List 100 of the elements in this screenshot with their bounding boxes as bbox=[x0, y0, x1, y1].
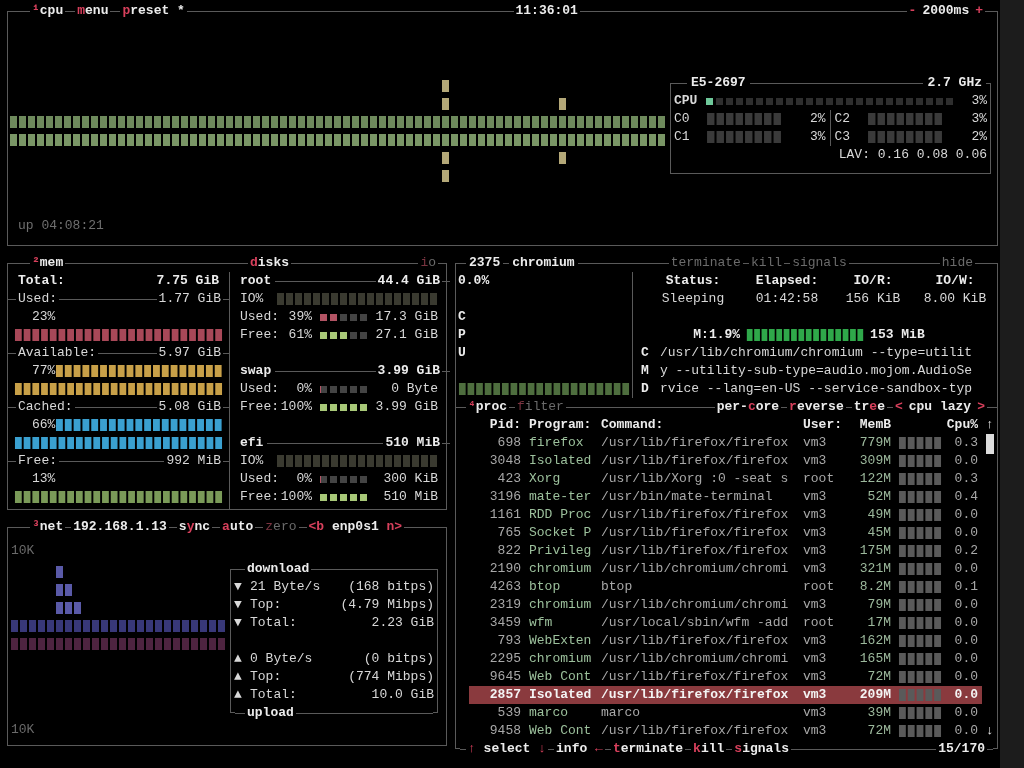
memory-cell-text: 17M bbox=[866, 614, 891, 632]
decrease-interval-button[interactable]: - bbox=[906, 2, 919, 20]
next-sort-button[interactable]: > bbox=[975, 398, 987, 416]
pid-cell-text: 822 bbox=[496, 542, 521, 560]
increase-interval-button[interactable]: + bbox=[973, 2, 985, 20]
panel-tab[interactable]: tree bbox=[851, 398, 887, 416]
memory-percent-text: 13% bbox=[32, 470, 56, 488]
program-cell-text: chromium bbox=[529, 650, 593, 668]
scrollbar-thumb[interactable] bbox=[986, 434, 994, 454]
process-action-button[interactable]: signals bbox=[790, 254, 849, 272]
stat-label: Elapsed: bbox=[754, 272, 820, 290]
hide-button[interactable]: hide bbox=[939, 254, 975, 272]
disk-meter bbox=[320, 475, 367, 483]
process-action-button[interactable]: info ← bbox=[554, 740, 605, 758]
up-triangle-icon: ▲ bbox=[234, 668, 250, 686]
ip-address-text: 192.168.1.13 bbox=[72, 518, 168, 536]
pid-cell-text: 1161 bbox=[488, 506, 521, 524]
process-row[interactable]: 698 firefox /usr/lib/firefox/firefox vm3 779M 0.3 bbox=[469, 434, 982, 452]
memory-cell-text: 321M bbox=[858, 560, 891, 578]
scroll-down-button[interactable]: ↓ bbox=[986, 722, 994, 740]
panel-tab[interactable]: filter bbox=[515, 398, 566, 416]
command-cell-text: /usr/lib/firefox/firefox bbox=[601, 506, 790, 524]
previous-sort-button[interactable]: < bbox=[892, 398, 905, 416]
process-row[interactable]: 793 WebExten /usr/lib/firefox/firefox vm3 162M 0.0 bbox=[469, 632, 982, 650]
cpu-cell-text: 0.0 bbox=[953, 506, 978, 524]
core-percent-text: 2% bbox=[809, 110, 826, 128]
memory-cell-text: 162M bbox=[858, 632, 891, 650]
panel-tab[interactable]: menu bbox=[75, 2, 111, 20]
process-row[interactable]: 423 Xorg /usr/lib/Xorg :0 -seat s root 122M 0.3 bbox=[469, 470, 982, 488]
network-toggle[interactable]: auto bbox=[220, 518, 256, 536]
network-toggle[interactable]: sync bbox=[176, 518, 213, 536]
user-cell-text: vm3 bbox=[803, 704, 828, 722]
process-row[interactable]: 822 Privileg /usr/lib/firefox/firefox vm3 175M 0.2 bbox=[469, 542, 982, 560]
command-cell-text: /usr/lib/firefox/firefox bbox=[601, 452, 790, 470]
program-cell-text: Isolated bbox=[529, 686, 593, 704]
network-toggle[interactable]: <b enp0s1 n> bbox=[306, 518, 405, 536]
cpu-history-drawing bbox=[898, 470, 942, 488]
process-row[interactable]: 3459 wfm /usr/local/sbin/wfm -add root 17M 0.0 bbox=[469, 614, 982, 632]
network-toggle[interactable]: zero bbox=[263, 518, 299, 536]
command-cell-text: /usr/lib/firefox/firefox bbox=[601, 632, 790, 650]
command-cell-text: /usr/lib/firefox/firefox bbox=[601, 722, 790, 740]
process-row[interactable]: 2190 chromium /usr/lib/chromium/chromi vm3 321M 0.0 bbox=[469, 560, 982, 578]
memory-cell-text: 52M bbox=[866, 488, 891, 506]
process-row[interactable]: 2295 chromium /usr/lib/chromium/chromi vm3 165M 0.0 bbox=[469, 650, 982, 668]
pid-cell-text: 3048 bbox=[488, 452, 521, 470]
memory-cell-text: 209M bbox=[858, 686, 891, 704]
panel-tab[interactable]: io bbox=[418, 254, 438, 272]
process-row[interactable]: 2857 Isolated /usr/lib/firefox/firefox vm3 209M 0.0 bbox=[469, 686, 982, 704]
process-action-button[interactable]: kill bbox=[748, 254, 785, 272]
user-cell-text: root bbox=[803, 470, 836, 488]
process-row[interactable]: 1161 RDD Proc /usr/lib/firefox/firefox vm3 49M 0.0 bbox=[469, 506, 982, 524]
cpu-cell-text: 0.0 bbox=[953, 650, 978, 668]
panel-tab[interactable]: disks bbox=[248, 254, 292, 272]
panel-tab[interactable]: reverse bbox=[787, 398, 846, 416]
memory-cell-text: 39M bbox=[866, 704, 891, 722]
panel-tab[interactable]: per-core bbox=[714, 398, 782, 416]
memory-cell-text: 779M bbox=[858, 434, 891, 452]
program-cell-text: firefox bbox=[529, 434, 585, 452]
cpu-history-drawing bbox=[898, 650, 942, 668]
panel-tab[interactable]: ²mem bbox=[30, 254, 66, 272]
scroll-up-button[interactable]: ↑ bbox=[986, 416, 994, 434]
command-cell-text: /usr/lib/chromium/chromi bbox=[601, 560, 790, 578]
process-row[interactable]: 2319 chromium /usr/lib/chromium/chromi vm3 79M 0.0 bbox=[469, 596, 982, 614]
process-row[interactable]: 9645 Web Cont /usr/lib/firefox/firefox vm3 72M 0.0 bbox=[469, 668, 982, 686]
command-line-text: y --utility-sub-type=audio.mojom.AudioSe bbox=[660, 362, 973, 380]
io-label: IO% bbox=[240, 290, 265, 308]
process-row[interactable]: 3048 Isolated /usr/lib/firefox/firefox vm3 309M 0.0 bbox=[469, 452, 982, 470]
stat-label: IO/R: bbox=[852, 272, 894, 290]
memory-label: Used: bbox=[17, 290, 58, 308]
panel-tab[interactable]: ⁴proc bbox=[466, 398, 510, 416]
pid-cell-text: 539 bbox=[496, 704, 521, 722]
process-action-button[interactable]: terminate bbox=[610, 740, 686, 758]
command-cell-text: /usr/lib/firefox/firefox bbox=[601, 524, 790, 542]
memory-cell-text: 79M bbox=[866, 596, 891, 614]
process-row[interactable]: 9458 Web Cont /usr/lib/firefox/firefox vm3 72M 0.0 bbox=[469, 722, 982, 740]
command-cell-text: /usr/lib/chromium/chromi bbox=[601, 596, 790, 614]
program-cell-text: Xorg bbox=[529, 470, 562, 488]
panel-tab[interactable]: ³net bbox=[30, 518, 66, 536]
process-action-button[interactable]: signals bbox=[732, 740, 791, 758]
process-row[interactable]: 539 marco marco vm3 39M 0.0 bbox=[469, 704, 982, 722]
network-stat-label: 21 Byte/s bbox=[250, 578, 321, 596]
panel-tab[interactable]: ¹cpu bbox=[30, 2, 66, 20]
down-triangle-icon: ▼ bbox=[234, 578, 250, 596]
column-header: Command: bbox=[601, 416, 665, 434]
process-row[interactable]: 3196 mate-ter /usr/bin/mate-terminal vm3 52M 0.4 bbox=[469, 488, 982, 506]
cpu-history-drawing bbox=[898, 686, 942, 704]
pid-cell-text: 2857 bbox=[488, 686, 521, 704]
process-action-button[interactable]: ↑ select ↓ bbox=[466, 740, 549, 758]
down-triangle-icon: ▼ bbox=[234, 614, 250, 632]
process-action-button[interactable]: kill bbox=[691, 740, 727, 758]
cpu-history-drawing bbox=[898, 560, 942, 578]
panel-tab[interactable]: preset * bbox=[120, 2, 187, 20]
process-row[interactable]: 765 Socket P /usr/lib/firefox/firefox vm3 45M 0.0 bbox=[469, 524, 982, 542]
disk-meter bbox=[320, 493, 367, 501]
memory-value: 5.97 GiB bbox=[157, 344, 222, 362]
process-row[interactable]: 4263 btop btop root 8.2M 0.1 bbox=[469, 578, 982, 596]
memory-cell-text: 49M bbox=[866, 506, 891, 524]
user-cell-text: vm3 bbox=[803, 650, 828, 668]
process-action-button[interactable]: terminate bbox=[668, 254, 743, 272]
cpu-cell-text: 0.0 bbox=[953, 524, 978, 542]
